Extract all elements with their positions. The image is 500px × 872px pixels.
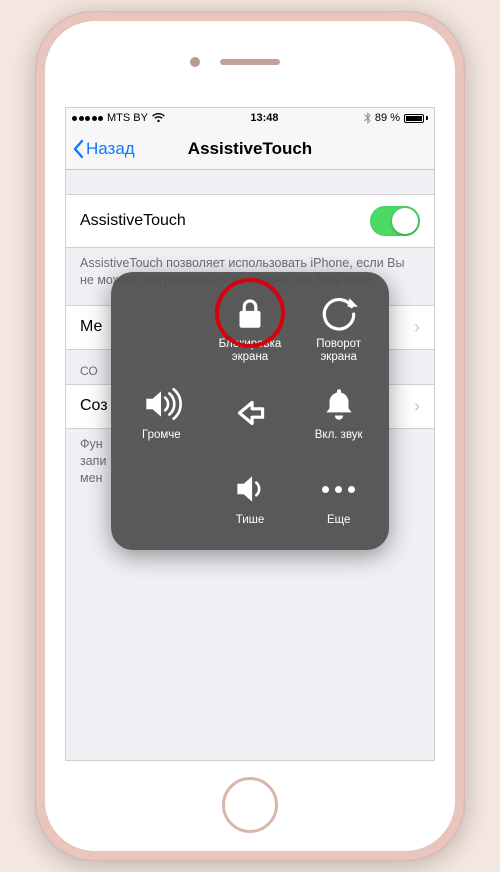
signal-dots-icon: [72, 116, 103, 121]
phone-frame: MTS BY 13:48 89 %: [35, 11, 465, 861]
more-icon: [318, 468, 360, 510]
menu-row-label: Ме: [80, 318, 102, 336]
wifi-icon: [152, 113, 165, 123]
phone-camera: [190, 57, 200, 67]
chevron-right-icon: ›: [414, 317, 420, 338]
volume-up-label: Громче: [142, 429, 181, 442]
screen: MTS BY 13:48 89 %: [65, 107, 435, 761]
battery-icon: [404, 114, 428, 123]
status-bar: MTS BY 13:48 89 %: [66, 108, 434, 128]
volume-down-label: Тише: [236, 514, 265, 527]
bluetooth-icon: [364, 112, 371, 124]
lock-label: Блокировка экрана: [219, 338, 282, 364]
bell-icon: [318, 383, 360, 425]
carrier-label: MTS BY: [107, 112, 148, 124]
rotate-icon: [318, 292, 360, 334]
volume-up-icon: [140, 383, 182, 425]
chevron-right-icon: ›: [414, 396, 420, 417]
sound-on-button[interactable]: Вкл. звук: [294, 371, 383, 456]
more-button[interactable]: Еще: [294, 455, 383, 540]
sound-on-label: Вкл. звук: [315, 429, 363, 442]
page-title: AssistiveTouch: [188, 139, 312, 159]
toggle-label: AssistiveTouch: [80, 212, 186, 230]
nav-bar: Назад AssistiveTouch: [66, 128, 434, 170]
assistivetouch-toggle[interactable]: [370, 206, 420, 236]
create-row-label: Соз: [80, 397, 108, 415]
arrow-left-icon: [229, 392, 271, 434]
lock-screen-button[interactable]: Блокировка экрана: [206, 286, 295, 371]
assistivetouch-toggle-row: AssistiveTouch: [66, 194, 434, 248]
assistivetouch-overlay: Блокировка экрана Поворот экрана Громче: [111, 272, 389, 550]
more-label: Еще: [327, 514, 350, 527]
chevron-left-icon: [72, 139, 84, 159]
back-label: Назад: [86, 139, 135, 159]
back-arrow-button[interactable]: [206, 371, 295, 456]
rotate-screen-button[interactable]: Поворот экрана: [294, 286, 383, 371]
back-button[interactable]: Назад: [72, 128, 135, 169]
volume-down-icon: [229, 468, 271, 510]
clock-label: 13:48: [250, 112, 278, 124]
phone-body: MTS BY 13:48 89 %: [45, 21, 455, 851]
battery-percent: 89 %: [375, 112, 400, 124]
rotate-label: Поворот экрана: [316, 338, 361, 364]
home-button[interactable]: [222, 777, 278, 833]
volume-up-button[interactable]: Громче: [117, 371, 206, 456]
phone-speaker: [220, 59, 280, 65]
volume-down-button[interactable]: Тише: [206, 455, 295, 540]
lock-icon: [229, 292, 271, 334]
